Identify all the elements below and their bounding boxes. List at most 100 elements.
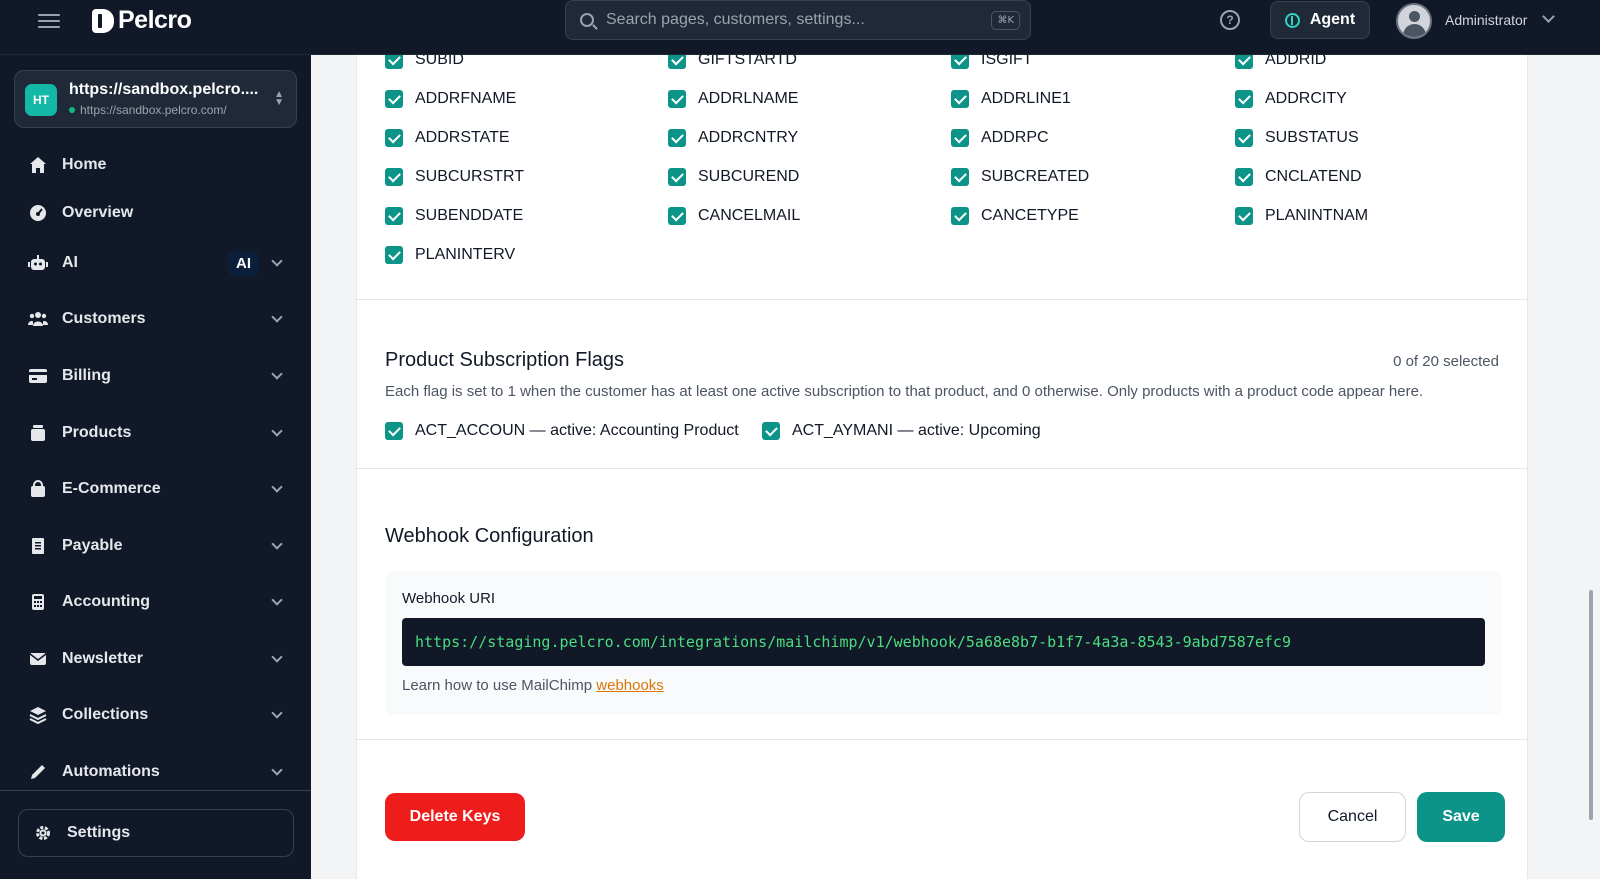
- checkbox-checked-icon[interactable]: [385, 246, 403, 264]
- field-checkbox-item[interactable]: ADDRCNTRY: [668, 129, 798, 147]
- sidebar-item-overview[interactable]: Overview: [14, 193, 297, 233]
- sidebar-item-label: Newsletter: [62, 650, 143, 667]
- checkbox-checked-icon[interactable]: [1235, 207, 1253, 225]
- sidebar-item-customers[interactable]: Customers: [14, 299, 297, 339]
- checkbox-checked-icon[interactable]: [951, 90, 969, 108]
- checkbox-checked-icon[interactable]: [385, 129, 403, 147]
- field-checkbox-item[interactable]: GIFTSTARTD: [668, 55, 797, 69]
- checkbox-checked-icon[interactable]: [385, 422, 403, 440]
- field-checkbox-item[interactable]: SUBENDDATE: [385, 207, 523, 225]
- sidebar-item-newsletter[interactable]: Newsletter: [14, 639, 297, 679]
- pen-icon: [28, 762, 48, 782]
- field-label: SUBCURSTRT: [415, 168, 525, 185]
- chevron-down-icon: [271, 255, 283, 267]
- field-checkbox-item[interactable]: ISGIFT: [951, 55, 1033, 69]
- checkbox-checked-icon[interactable]: [385, 90, 403, 108]
- field-checkbox-item[interactable]: SUBSTATUS: [1235, 129, 1359, 147]
- chevron-up-down-icon: ▲ ▼: [274, 89, 284, 108]
- brand-logo[interactable]: Pelcro: [92, 6, 192, 35]
- sidebar-item-ai[interactable]: AI AI: [14, 243, 297, 283]
- flag-label: ACT_AYMANI — active: Upcoming: [792, 422, 1041, 439]
- sidebar-item-label: Payable: [62, 537, 123, 554]
- receipt-icon: [28, 536, 48, 556]
- field-checkbox-item[interactable]: SUBCREATED: [951, 168, 1089, 186]
- checkbox-checked-icon[interactable]: [668, 90, 686, 108]
- field-label: ADDRID: [1265, 55, 1327, 68]
- field-checkbox-item[interactable]: SUBCURSTRT: [385, 168, 524, 186]
- field-checkbox-item[interactable]: CANCETYPE: [951, 207, 1079, 225]
- checkbox-checked-icon[interactable]: [1235, 168, 1253, 186]
- delete-keys-button[interactable]: Delete Keys: [385, 793, 525, 841]
- divider: [357, 739, 1529, 740]
- sidebar-item-label: AI: [62, 254, 78, 271]
- scrollbar[interactable]: [1589, 590, 1593, 820]
- field-checkbox-item[interactable]: ADDRCITY: [1235, 90, 1347, 108]
- field-checkbox-item[interactable]: ADDRFNAME: [385, 90, 516, 108]
- checkbox-checked-icon[interactable]: [951, 129, 969, 147]
- field-checkbox-item[interactable]: ADDRLNAME: [668, 90, 798, 108]
- sidebar-item-billing[interactable]: Billing: [14, 356, 297, 396]
- field-label: SUBENDDATE: [415, 207, 524, 224]
- webhook-section-title: Webhook Configuration: [385, 525, 594, 547]
- divider: [357, 299, 1529, 300]
- cancel-button[interactable]: Cancel: [1299, 792, 1406, 842]
- flag-checkbox-item[interactable]: ACT_ACCOUN — active: Accounting Product: [385, 422, 739, 440]
- sidebar-item-home[interactable]: Home: [14, 145, 297, 185]
- webhook-panel: Webhook URI https://staging.pelcro.com/i…: [385, 571, 1502, 715]
- field-checkbox-item[interactable]: ADDRLINE1: [951, 90, 1071, 108]
- pelcro-logo-icon: [92, 8, 114, 33]
- settings-button[interactable]: Settings: [18, 809, 294, 857]
- sidebar-item-label: Customers: [62, 310, 146, 327]
- avatar[interactable]: [1396, 3, 1432, 39]
- sidebar-item-products[interactable]: Products: [14, 413, 297, 453]
- checkbox-checked-icon[interactable]: [668, 55, 686, 69]
- user-name[interactable]: Administrator: [1445, 12, 1527, 28]
- checkbox-checked-icon[interactable]: [668, 207, 686, 225]
- checkbox-checked-icon[interactable]: [951, 55, 969, 69]
- checkbox-checked-icon[interactable]: [385, 55, 403, 69]
- sidebar: HT https://sandbox.pelcro.... https://sa…: [0, 55, 311, 879]
- field-checkbox-item[interactable]: ADDRID: [1235, 55, 1326, 69]
- search-input[interactable]: [606, 11, 992, 29]
- checkbox-checked-icon[interactable]: [762, 422, 780, 440]
- field-checkbox-item[interactable]: PLANINTNAM: [1235, 207, 1368, 225]
- menu-icon[interactable]: [38, 12, 60, 30]
- sidebar-item-e-commerce[interactable]: E-Commerce: [14, 469, 297, 509]
- checkbox-checked-icon[interactable]: [668, 168, 686, 186]
- field-checkbox-item[interactable]: SUBID: [385, 55, 464, 69]
- sidebar-item-automations[interactable]: Automations: [14, 752, 297, 792]
- field-label: PLANINTERV: [415, 246, 516, 263]
- checkbox-checked-icon[interactable]: [951, 207, 969, 225]
- save-button[interactable]: Save: [1417, 792, 1505, 842]
- checkbox-checked-icon[interactable]: [385, 207, 403, 225]
- field-checkbox-item[interactable]: ADDRPC: [951, 129, 1049, 147]
- sidebar-item-collections[interactable]: Collections: [14, 695, 297, 735]
- checkbox-checked-icon[interactable]: [951, 168, 969, 186]
- field-label: ADDRPC: [981, 129, 1049, 146]
- field-checkbox-item[interactable]: SUBCUREND: [668, 168, 799, 186]
- webhook-uri-value[interactable]: https://staging.pelcro.com/integrations/…: [402, 618, 1485, 666]
- webhooks-link[interactable]: webhooks: [596, 677, 664, 694]
- field-checkbox-item[interactable]: ADDRSTATE: [385, 129, 510, 147]
- shopping-bag-icon: [28, 479, 48, 499]
- chevron-down-icon: [271, 481, 283, 493]
- flag-checkbox-item[interactable]: ACT_AYMANI — active: Upcoming: [762, 422, 1041, 440]
- checkbox-checked-icon[interactable]: [668, 129, 686, 147]
- checkbox-checked-icon[interactable]: [1235, 129, 1253, 147]
- chevron-down-icon[interactable]: [1542, 10, 1555, 23]
- help-icon[interactable]: ?: [1220, 10, 1240, 30]
- chevron-down-icon: [271, 707, 283, 719]
- agent-button[interactable]: Agent: [1270, 1, 1370, 39]
- field-label: CNCLATEND: [1265, 168, 1362, 185]
- field-checkbox-item[interactable]: CANCELMAIL: [668, 207, 800, 225]
- sidebar-item-payable[interactable]: Payable: [14, 526, 297, 566]
- checkbox-checked-icon[interactable]: [385, 168, 403, 186]
- sidebar-item-accounting[interactable]: Accounting: [14, 582, 297, 622]
- checkbox-checked-icon[interactable]: [1235, 55, 1253, 69]
- flags-section-title: Product Subscription Flags: [385, 349, 625, 371]
- org-switcher[interactable]: HT https://sandbox.pelcro.... https://sa…: [14, 70, 297, 128]
- field-checkbox-item[interactable]: PLANINTERV: [385, 246, 515, 264]
- field-checkbox-item[interactable]: CNCLATEND: [1235, 168, 1362, 186]
- global-search[interactable]: ⌘K: [565, 0, 1031, 40]
- checkbox-checked-icon[interactable]: [1235, 90, 1253, 108]
